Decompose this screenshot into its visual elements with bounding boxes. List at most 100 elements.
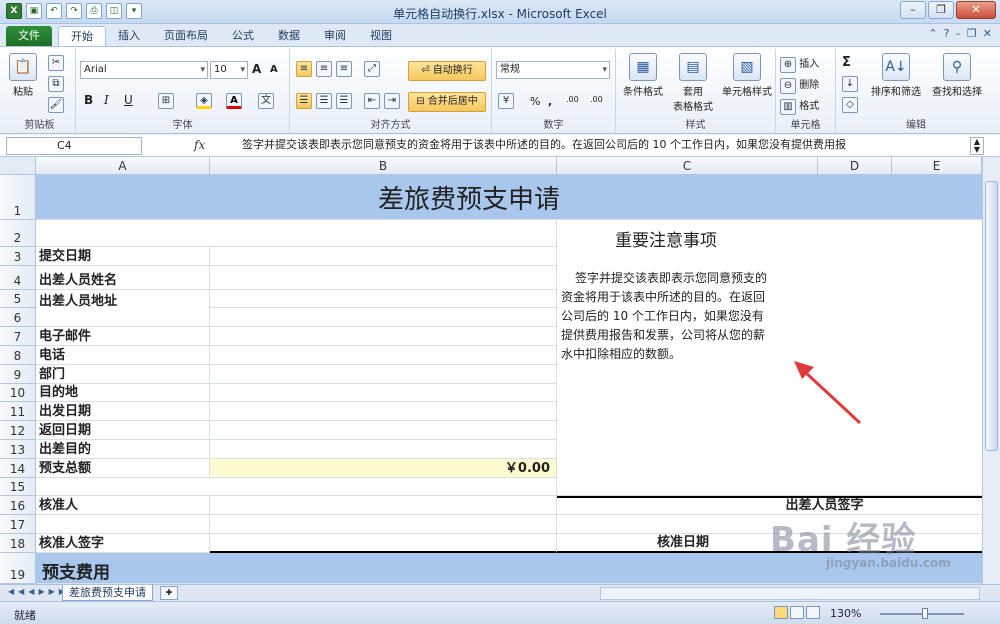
tab-view[interactable]: 视图 bbox=[358, 26, 404, 46]
row-header[interactable]: 12 bbox=[0, 421, 36, 440]
label-traveler-name[interactable]: 出差人员姓名 bbox=[36, 266, 210, 290]
cell-styles-button[interactable]: ▧ 单元格样式 bbox=[720, 53, 774, 98]
cell-a15[interactable] bbox=[36, 478, 557, 496]
label-email[interactable]: 电子邮件 bbox=[36, 327, 210, 346]
comma-button[interactable]: , bbox=[548, 95, 552, 108]
row-header[interactable]: 6 bbox=[0, 308, 36, 327]
label-trip-purpose[interactable]: 出差目的 bbox=[36, 440, 210, 459]
format-as-table-button[interactable]: ▤ 套用 表格格式 bbox=[670, 53, 716, 113]
find-select-button[interactable]: ⚲ 查找和选择 bbox=[926, 53, 988, 98]
cell-b7[interactable] bbox=[210, 327, 557, 346]
shrink-font-button[interactable]: A bbox=[270, 64, 278, 75]
notice-area[interactable]: 重要注意事项 签字并提交该表即表示您同意预支的 资金将用于该表中所述的目的。在返… bbox=[557, 220, 982, 496]
align-bottom-button[interactable]: ≡ bbox=[336, 61, 352, 77]
cell-b12[interactable] bbox=[210, 421, 557, 440]
row-header[interactable]: 2 bbox=[0, 220, 36, 247]
zoom-slider-knob[interactable] bbox=[922, 608, 928, 619]
align-middle-button[interactable]: ≡ bbox=[316, 61, 332, 77]
percent-button[interactable]: % bbox=[530, 95, 540, 108]
format-painter-button[interactable]: 🖌 bbox=[48, 97, 64, 113]
cell-a17[interactable] bbox=[36, 515, 210, 534]
select-all-corner[interactable] bbox=[0, 157, 36, 175]
label-phone[interactable]: 电话 bbox=[36, 346, 210, 365]
merge-center-button[interactable]: ⊟ 合并后居中 bbox=[408, 92, 486, 112]
cell-b13[interactable] bbox=[210, 440, 557, 459]
cell-b16[interactable] bbox=[210, 496, 557, 515]
label-approver-signature[interactable]: 核准人签字 bbox=[36, 534, 210, 553]
cell-a2[interactable] bbox=[36, 220, 557, 247]
vertical-scrollbar[interactable] bbox=[982, 157, 1000, 584]
workbook-restore-icon[interactable]: ❐ bbox=[967, 27, 977, 40]
grow-font-button[interactable]: A bbox=[252, 62, 261, 76]
cell-b5[interactable] bbox=[210, 290, 557, 308]
paste-button[interactable]: 📋 粘贴 bbox=[8, 53, 38, 98]
approver-signature-field[interactable] bbox=[210, 534, 557, 553]
row-header[interactable]: 9 bbox=[0, 365, 36, 384]
label-departure-date[interactable]: 出发日期 bbox=[36, 402, 210, 421]
cell-b4[interactable] bbox=[210, 266, 557, 290]
advance-total-value[interactable]: ￥0.00 bbox=[210, 459, 557, 478]
font-color-button[interactable]: A bbox=[226, 93, 242, 109]
row-header[interactable]: 10 bbox=[0, 384, 36, 402]
tab-page-layout[interactable]: 页面布局 bbox=[152, 26, 220, 46]
cut-button[interactable]: ✂ bbox=[48, 55, 64, 71]
workbook-close-icon[interactable]: ✕ bbox=[983, 27, 992, 40]
decrease-indent-button[interactable]: ⇤ bbox=[364, 93, 380, 109]
clear-button[interactable]: ◇ bbox=[842, 97, 858, 113]
vertical-scroll-thumb[interactable] bbox=[985, 181, 998, 451]
restore-button[interactable]: ❐ bbox=[928, 1, 954, 19]
cell-b6[interactable] bbox=[210, 308, 557, 327]
expand-formula-icon[interactable]: ▲ ▼ bbox=[970, 137, 984, 155]
align-center-button[interactable]: ☰ bbox=[316, 93, 332, 109]
cell-a6[interactable] bbox=[36, 308, 210, 327]
normal-view-icon[interactable] bbox=[774, 606, 788, 619]
copy-button[interactable]: ⧉ bbox=[48, 76, 64, 92]
font-size-select[interactable]: 10 bbox=[210, 61, 248, 79]
wrap-text-button[interactable]: ⏎ 自动换行 bbox=[408, 61, 486, 81]
label-department[interactable]: 部门 bbox=[36, 365, 210, 384]
number-format-select[interactable]: 常规 bbox=[496, 61, 610, 79]
zoom-level[interactable]: 130% bbox=[830, 607, 861, 620]
row-header[interactable]: 3 bbox=[0, 247, 36, 266]
row-header[interactable]: 14 bbox=[0, 459, 36, 478]
column-header-e[interactable]: E bbox=[892, 157, 982, 175]
orientation-button[interactable]: ⤢ bbox=[364, 61, 380, 77]
page-layout-view-icon[interactable] bbox=[790, 606, 804, 619]
help-icon[interactable]: ? bbox=[944, 27, 950, 40]
row-header[interactable]: 4 bbox=[0, 266, 36, 290]
delete-cells-button[interactable]: ⊖ 删除 bbox=[780, 76, 819, 94]
row-header[interactable]: 11 bbox=[0, 402, 36, 421]
autosum-button[interactable]: Σ bbox=[842, 55, 851, 70]
row-header[interactable]: 15 bbox=[0, 478, 36, 496]
row-header[interactable]: 13 bbox=[0, 440, 36, 459]
fx-icon[interactable]: fx bbox=[194, 138, 205, 152]
horizontal-scrollbar[interactable] bbox=[600, 587, 980, 600]
conditional-format-button[interactable]: ▦ 条件格式 bbox=[620, 53, 666, 98]
fill-button[interactable]: ↓ bbox=[842, 76, 858, 92]
align-top-button[interactable]: ≡ bbox=[296, 61, 312, 77]
cell-b3[interactable] bbox=[210, 247, 557, 266]
cell-b9[interactable] bbox=[210, 365, 557, 384]
increase-indent-button[interactable]: ⇥ bbox=[384, 93, 400, 109]
label-return-date[interactable]: 返回日期 bbox=[36, 421, 210, 440]
label-destination[interactable]: 目的地 bbox=[36, 384, 210, 402]
align-right-button[interactable]: ☰ bbox=[336, 93, 352, 109]
insert-cells-button[interactable]: ⊕ 插入 bbox=[780, 55, 819, 73]
column-header-d[interactable]: D bbox=[818, 157, 892, 175]
align-left-button[interactable]: ☰ bbox=[296, 93, 312, 109]
row-header[interactable]: 18 bbox=[0, 534, 36, 553]
row-header[interactable]: 8 bbox=[0, 346, 36, 365]
row-header[interactable]: 7 bbox=[0, 327, 36, 346]
cell-b8[interactable] bbox=[210, 346, 557, 365]
page-break-view-icon[interactable] bbox=[806, 606, 820, 619]
increase-decimal-button[interactable]: .00 bbox=[566, 95, 579, 104]
tab-review[interactable]: 审阅 bbox=[312, 26, 358, 46]
cell-b17[interactable] bbox=[210, 515, 557, 534]
sort-filter-button[interactable]: A↓ 排序和筛选 bbox=[868, 53, 924, 98]
name-box[interactable]: C4 bbox=[6, 137, 142, 155]
format-cells-button[interactable]: ▥ 格式 bbox=[780, 97, 819, 115]
close-button[interactable]: ✕ bbox=[956, 1, 996, 19]
label-approver[interactable]: 核准人 bbox=[36, 496, 210, 515]
row-header[interactable]: 5 bbox=[0, 290, 36, 308]
tab-file[interactable]: 文件 bbox=[6, 26, 52, 46]
